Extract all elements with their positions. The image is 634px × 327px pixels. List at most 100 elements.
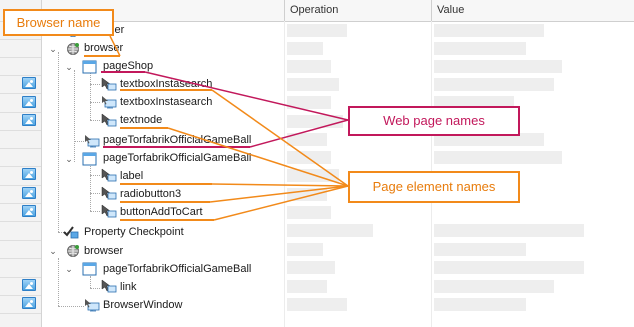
keyword-test-editor: Operation Value ⌄ ⌄ ⌄ ⌄ ⌄ browser pageSh… xyxy=(0,0,634,327)
tree-connector xyxy=(58,52,59,232)
image-thumbnail-icon[interactable] xyxy=(22,114,36,126)
image-thumbnail-icon[interactable] xyxy=(22,187,36,199)
tree-connector xyxy=(90,175,100,176)
image-thumbnail-icon[interactable] xyxy=(22,279,36,291)
image-thumbnail-icon[interactable] xyxy=(22,297,36,309)
tree-item-label[interactable]: browser xyxy=(84,42,123,55)
value-cell[interactable] xyxy=(434,261,584,274)
cursor-element-icon xyxy=(101,77,117,91)
gutter-row-line xyxy=(0,148,41,149)
column-divider xyxy=(284,21,285,327)
operation-cell[interactable] xyxy=(287,115,343,128)
tree-connector xyxy=(90,163,91,211)
value-cell[interactable] xyxy=(434,42,526,55)
gutter-row-line xyxy=(0,166,41,167)
cursor-element-icon xyxy=(101,168,117,182)
column-header-bar: Operation Value xyxy=(42,0,634,22)
browser-name-callout-text: Browser name xyxy=(16,15,101,30)
collapse-chevron-icon[interactable]: ⌄ xyxy=(48,246,58,256)
operation-cell[interactable] xyxy=(287,24,347,37)
tree-item-label[interactable]: pageTorfabrikOfficialGameBall xyxy=(103,152,251,165)
tree-item-label[interactable]: browser xyxy=(84,245,123,258)
operation-cell[interactable] xyxy=(287,298,347,311)
operation-column-header[interactable]: Operation xyxy=(290,4,338,16)
value-cell[interactable] xyxy=(434,224,584,237)
collapse-chevron-icon[interactable]: ⌄ xyxy=(64,264,74,274)
operation-cell[interactable] xyxy=(287,206,331,219)
tree-item-label[interactable]: BrowserWindow xyxy=(103,299,182,312)
operation-cell[interactable] xyxy=(287,133,327,146)
monitor-element-icon xyxy=(85,135,100,148)
row-gutter xyxy=(0,0,42,327)
tree-connector xyxy=(90,120,100,121)
collapse-chevron-icon[interactable]: ⌄ xyxy=(48,44,58,54)
gutter-row-line xyxy=(0,295,41,296)
column-separator[interactable] xyxy=(284,0,285,21)
tree-item-label[interactable]: textboxInstasearch xyxy=(120,96,212,109)
gutter-row-line xyxy=(0,203,41,204)
tree-connector xyxy=(58,306,84,307)
tree-connector xyxy=(90,288,100,289)
image-thumbnail-icon[interactable] xyxy=(22,205,36,217)
operation-cell[interactable] xyxy=(287,96,331,109)
web-page-icon xyxy=(82,262,97,276)
operation-cell[interactable] xyxy=(287,261,335,274)
operation-cell[interactable] xyxy=(287,169,339,182)
gutter-row-line xyxy=(0,112,41,113)
tree-item-label[interactable]: buttonAddToCart xyxy=(120,206,203,219)
operation-cell[interactable] xyxy=(287,188,327,201)
tree-connector xyxy=(90,72,91,120)
cursor-element-icon xyxy=(101,204,117,218)
web-page-names-callout-text: Web page names xyxy=(383,113,485,128)
operation-cell[interactable] xyxy=(287,60,331,73)
tree-item-label[interactable]: pageTorfabrikOfficialGameBall xyxy=(103,134,251,147)
tree-connector xyxy=(90,84,100,85)
gutter-row-line xyxy=(0,185,41,186)
operation-cell[interactable] xyxy=(287,224,373,237)
image-thumbnail-icon[interactable] xyxy=(22,168,36,180)
gutter-row-line xyxy=(0,130,41,131)
web-page-icon xyxy=(82,152,97,166)
operation-cell[interactable] xyxy=(287,243,323,256)
value-cell[interactable] xyxy=(434,298,526,311)
gutter-row-line xyxy=(0,313,41,314)
image-thumbnail-icon[interactable] xyxy=(22,96,36,108)
tree-item-label[interactable]: Property Checkpoint xyxy=(84,226,184,239)
tree-connector xyxy=(90,211,100,212)
monitor-element-icon xyxy=(102,96,117,109)
browser-globe-icon xyxy=(67,245,79,257)
operation-cell[interactable] xyxy=(287,42,323,55)
value-column-header[interactable]: Value xyxy=(437,4,464,16)
tree-connector xyxy=(90,102,100,103)
tree-item-label[interactable]: radiobutton3 xyxy=(120,188,181,201)
browser-name-callout: Browser name xyxy=(3,9,114,36)
value-cell[interactable] xyxy=(434,280,554,293)
value-cell[interactable] xyxy=(434,243,526,256)
tree-item-label[interactable]: textnode xyxy=(120,114,162,127)
web-page-icon xyxy=(82,60,97,74)
web-page-names-callout: Web page names xyxy=(348,106,520,136)
tree-item-label[interactable]: pageShop xyxy=(103,60,153,73)
gutter-row-line xyxy=(0,277,41,278)
operation-cell[interactable] xyxy=(287,78,339,91)
gutter-row-line xyxy=(0,57,41,58)
tree-item-label[interactable]: textboxInstasearch xyxy=(120,78,212,91)
value-cell[interactable] xyxy=(434,78,554,91)
browser-globe-icon xyxy=(67,43,79,55)
column-separator[interactable] xyxy=(431,0,432,21)
tree-connector xyxy=(74,70,75,162)
operation-cell[interactable] xyxy=(287,151,331,164)
value-cell[interactable] xyxy=(434,151,562,164)
tree-item-label[interactable]: pageTorfabrikOfficialGameBall xyxy=(103,263,251,276)
collapse-chevron-icon[interactable]: ⌄ xyxy=(64,154,74,164)
tree-item-label[interactable]: label xyxy=(120,170,143,183)
property-checkpoint-icon xyxy=(63,226,79,239)
image-thumbnail-icon[interactable] xyxy=(22,77,36,89)
tree-item-label[interactable]: link xyxy=(120,281,137,294)
collapse-chevron-icon[interactable]: ⌄ xyxy=(64,62,74,72)
operation-cell[interactable] xyxy=(287,280,327,293)
value-cell[interactable] xyxy=(434,24,544,37)
value-cell[interactable] xyxy=(434,60,562,73)
page-element-names-callout-text: Page element names xyxy=(372,179,496,194)
tree-connector xyxy=(90,276,91,288)
